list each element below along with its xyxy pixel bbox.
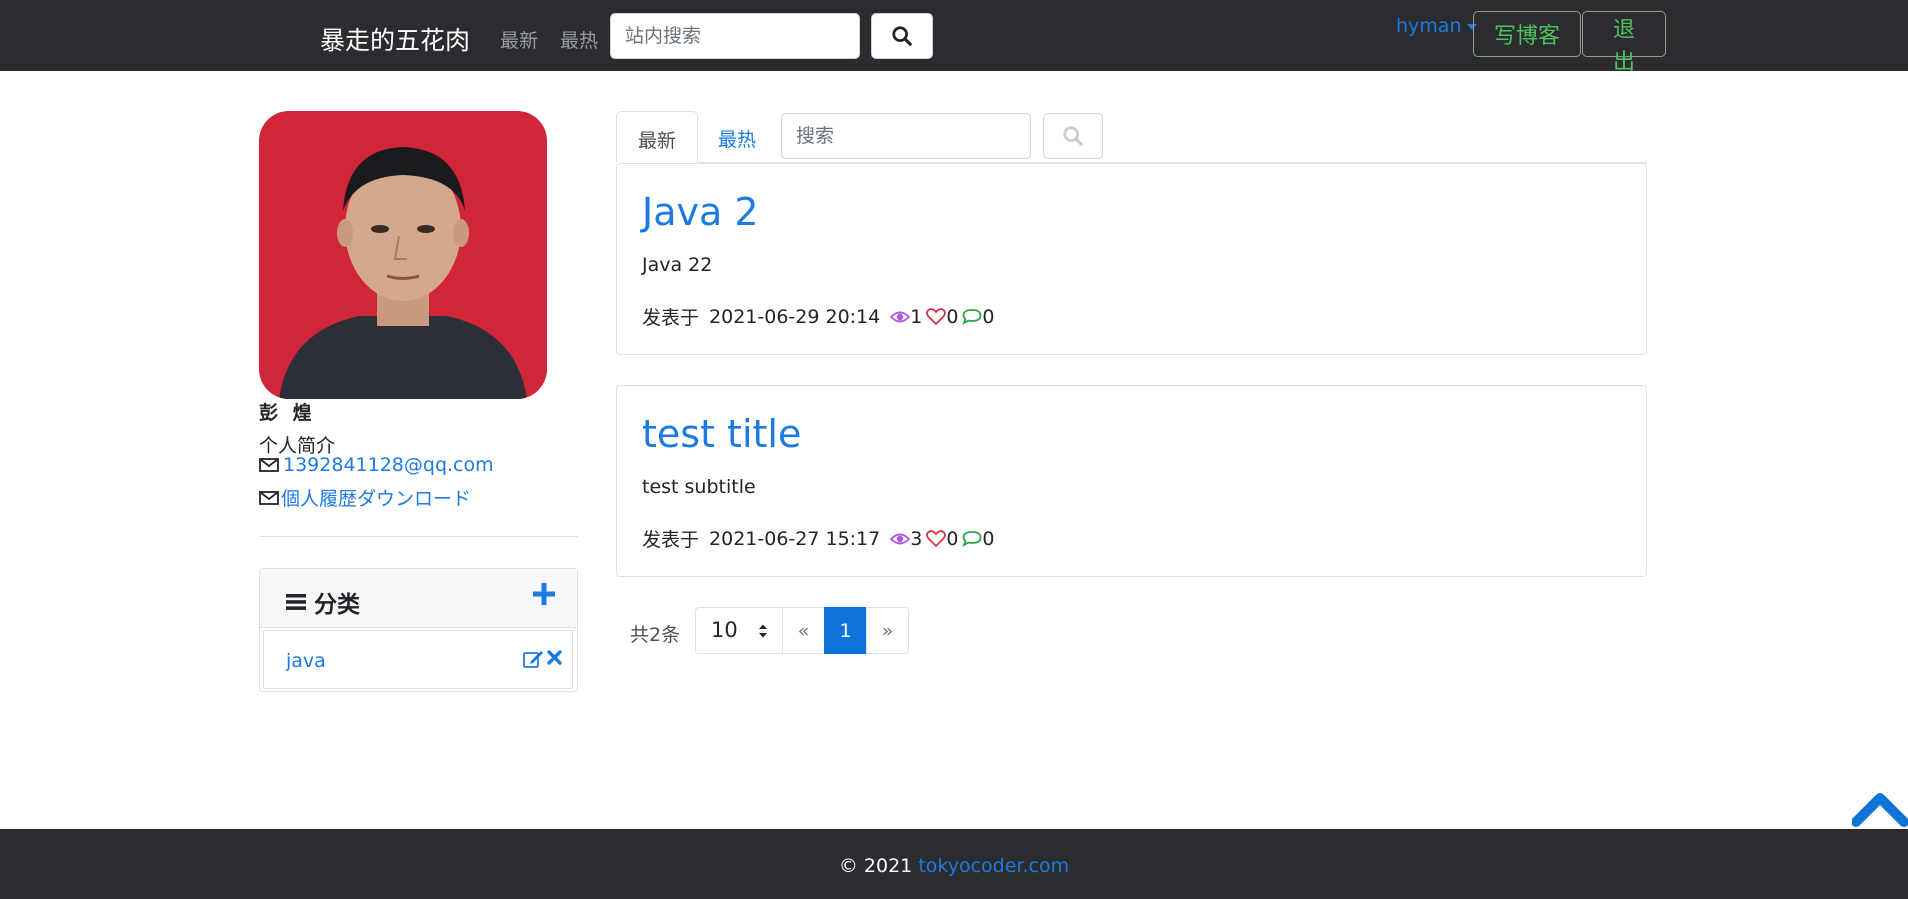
nav-link-hot[interactable]: 最热 (560, 26, 598, 53)
comment-count-value: 0 (982, 305, 995, 328)
heart-icon[interactable] (926, 307, 947, 326)
eye-icon (890, 533, 911, 544)
post-card: Java 2 Java 22 发表于 2021-06-29 20:14 1 0 … (616, 163, 1647, 355)
post-title[interactable]: Java 2 (642, 190, 759, 234)
category-item[interactable]: java (263, 630, 573, 689)
heart-icon[interactable] (926, 529, 947, 548)
profile-resume-line: 個人履歴ダウンロード (259, 484, 471, 511)
plus-icon[interactable] (533, 583, 555, 605)
total-count: 共2条 (630, 624, 681, 646)
post-subtitle: Java 22 (642, 254, 713, 276)
post-meta-prefix: 发表于 (642, 307, 700, 329)
view-count-value: 1 (910, 305, 923, 328)
post-meta: 发表于 2021-06-29 20:14 1 0 0 (642, 303, 999, 330)
profile-email-line: 1392841128@qq.com (259, 454, 494, 476)
back-to-top-icon[interactable] (1852, 790, 1908, 830)
category-title: 分类 (286, 585, 360, 619)
top-navbar: 暴走的五花肉 最新 最热 hyman 写博客 退出 (0, 0, 1908, 75)
footer: © 2021 tokyocoder.com (0, 829, 1908, 899)
profile-email-link[interactable]: 1392841128@qq.com (283, 454, 494, 476)
footer-copyright: © 2021 (838, 855, 913, 877)
category-header: 分类 (260, 569, 577, 628)
pagination-page-1[interactable]: 1 (824, 607, 867, 654)
view-count-value: 3 (910, 527, 923, 550)
post-title[interactable]: test title (642, 412, 801, 456)
post-subtitle: test subtitle (642, 476, 756, 498)
envelope-icon (259, 458, 279, 472)
resume-download-link[interactable]: 個人履歴ダウンロード (281, 484, 471, 511)
category-card: 分类 java (259, 568, 578, 692)
comment-icon[interactable] (962, 308, 982, 325)
comment-count-value: 0 (982, 527, 995, 550)
pagination-prev[interactable]: « (782, 607, 825, 654)
post-meta: 发表于 2021-06-27 15:17 3 0 0 (642, 525, 999, 552)
comment-icon[interactable] (962, 530, 982, 547)
page-size-select[interactable]: 10 (695, 607, 783, 654)
page-size-value: 10 (711, 618, 738, 642)
write-blog-button[interactable]: 写博客 (1473, 11, 1581, 57)
tab-hot[interactable]: 最热 (718, 111, 788, 163)
user-menu-dropdown[interactable]: hyman (1396, 15, 1478, 37)
post-date: 2021-06-27 15:17 (709, 527, 881, 550)
delete-icon[interactable] (547, 650, 562, 665)
post-card: test title test subtitle 发表于 2021-06-27 … (616, 385, 1647, 577)
post-search-input[interactable] (781, 113, 1031, 159)
view-count: 1 (890, 306, 922, 328)
select-arrows-icon (759, 624, 767, 638)
search-icon (892, 26, 912, 46)
view-count: 3 (890, 528, 922, 550)
comment-count: 0 (962, 305, 995, 328)
eye-icon (890, 311, 911, 322)
profile-photo (259, 111, 547, 399)
sidebar-divider (259, 536, 578, 537)
site-search-button[interactable] (871, 13, 933, 59)
profile-name: 彭 煌 (259, 402, 316, 424)
comment-count: 0 (962, 527, 995, 550)
like-count: 0 (926, 306, 958, 328)
avatar (259, 111, 547, 399)
post-meta-prefix: 发表于 (642, 529, 700, 551)
category-title-label: 分类 (314, 592, 360, 618)
post-date: 2021-06-29 20:14 (709, 305, 881, 328)
tab-latest[interactable]: 最新 (616, 111, 698, 163)
footer-link[interactable]: tokyocoder.com (918, 855, 1069, 877)
like-count-value: 0 (946, 305, 959, 328)
like-count: 0 (926, 528, 958, 550)
pagination-next[interactable]: » (866, 607, 909, 654)
post-search-button[interactable] (1043, 113, 1103, 159)
site-search-input[interactable] (610, 13, 860, 59)
like-count-value: 0 (946, 527, 959, 550)
envelope-icon (259, 490, 279, 505)
site-brand[interactable]: 暴走的五花肉 (320, 21, 470, 57)
list-icon (286, 594, 306, 610)
nav-link-latest[interactable]: 最新 (500, 26, 538, 53)
user-name: hyman (1396, 15, 1462, 37)
edit-icon[interactable] (523, 650, 543, 668)
category-item-label[interactable]: java (286, 650, 326, 672)
search-icon (1063, 126, 1083, 146)
logout-button[interactable]: 退出 (1582, 11, 1666, 75)
